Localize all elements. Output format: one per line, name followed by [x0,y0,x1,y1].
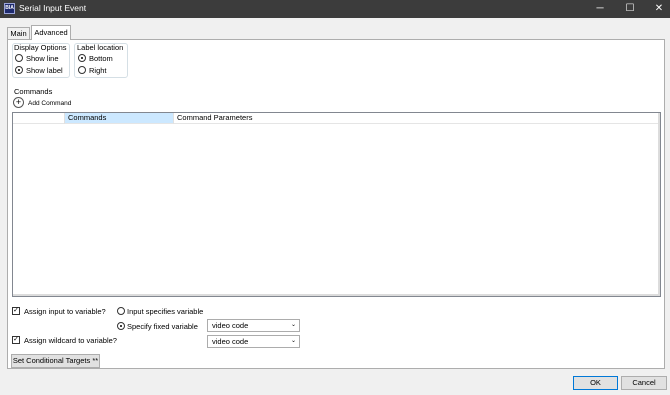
input-specifies-variable-label[interactable]: Input specifies variable [127,307,203,316]
cancel-button[interactable]: Cancel [621,376,667,390]
fixed-variable-dropdown[interactable]: video code ⌄ [207,319,300,332]
minimize-button[interactable]: ─ [586,0,614,18]
tab-main[interactable]: Main [7,27,30,39]
chevron-down-icon: ⌄ [290,338,296,344]
add-command-button[interactable]: Add Command [28,100,71,107]
radio-bottom[interactable] [78,54,86,62]
radio-input-specifies-variable[interactable] [117,307,125,315]
fixed-variable-value: video code [212,321,249,330]
column-header-command-parameters[interactable]: Command Parameters [174,113,659,124]
wildcard-variable-value: video code [212,337,249,346]
maximize-button[interactable]: ☐ [616,0,644,18]
display-options-title: Display Options [14,43,67,52]
specify-fixed-variable-label[interactable]: Specify fixed variable [127,322,198,331]
assign-wildcard-checkbox[interactable]: ✓ [12,336,20,344]
chevron-down-icon: ⌄ [290,322,296,328]
set-conditional-targets-button[interactable]: Set Conditional Targets ** [11,354,100,368]
tab-advanced[interactable]: Advanced [31,25,71,40]
horizontal-scrollbar[interactable] [13,294,660,296]
row-header-column [13,113,65,124]
add-command-icon[interactable]: + [13,97,24,108]
radio-show-label-label[interactable]: Show label [26,66,63,75]
title-bar: BIA Serial Input Event ─ ☐ ✕ [0,0,670,18]
column-header-commands[interactable]: Commands [65,113,174,124]
app-icon: BIA [4,3,15,14]
assign-wildcard-label[interactable]: Assign wildcard to variable? [24,336,117,345]
radio-show-line[interactable] [15,54,23,62]
assign-input-label[interactable]: Assign input to variable? [24,307,106,316]
vertical-scrollbar[interactable] [658,113,660,296]
window-title: Serial Input Event [19,3,87,13]
radio-bottom-label[interactable]: Bottom [89,54,113,63]
radio-show-line-label[interactable]: Show line [26,54,59,63]
label-location-title: Label location [77,43,124,52]
radio-right[interactable] [78,66,86,74]
radio-show-label[interactable] [15,66,23,74]
radio-right-label[interactable]: Right [89,66,107,75]
assign-input-checkbox[interactable]: ✓ [12,307,20,315]
radio-specify-fixed-variable[interactable] [117,322,125,330]
commands-title: Commands [14,87,53,96]
ok-button[interactable]: OK [573,376,618,390]
close-button[interactable]: ✕ [645,0,670,18]
commands-table[interactable]: Commands Command Parameters [12,112,661,297]
wildcard-variable-dropdown[interactable]: video code ⌄ [207,335,300,348]
